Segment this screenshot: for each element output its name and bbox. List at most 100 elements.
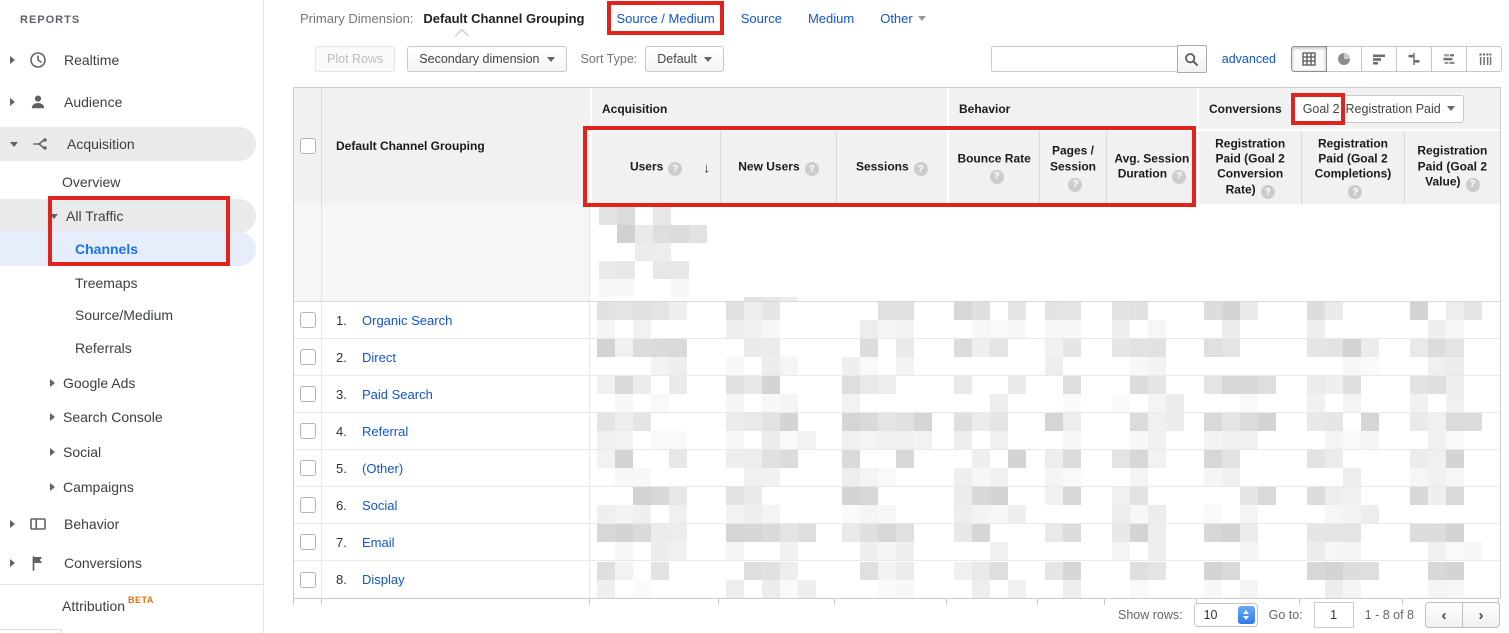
expand-right-icon[interactable] [10,98,15,106]
show-rows-select[interactable]: 10 [1194,603,1258,627]
metric-cell [1300,302,1403,338]
metric-cell [1105,302,1197,338]
row-checkbox[interactable] [300,423,316,439]
sidebar-item-behavior[interactable]: Behavior [0,507,256,541]
expand-right-icon[interactable] [50,379,55,387]
next-page-button[interactable]: › [1462,602,1500,628]
redacted-data-mosaic [1112,524,1190,560]
dimension-source-medium-link[interactable]: Source / Medium [616,11,714,26]
goal-selector-dropdown[interactable]: Goal 2 Registration Paid [1294,95,1464,123]
expand-right-icon[interactable] [50,448,55,456]
row-number: 2. [336,350,362,365]
view-table-button[interactable] [1291,46,1327,72]
sidebar-item-realtime[interactable]: Realtime [0,43,256,77]
row-checkbox[interactable] [300,460,316,476]
expand-down-icon[interactable] [50,214,58,219]
column-header-sessions[interactable]: Sessions? [836,131,947,204]
expand-right-icon[interactable] [10,559,15,567]
secondary-dimension-button[interactable]: Secondary dimension [407,46,566,72]
goal-selector-name: Registration Paid [1346,102,1441,116]
sidebar-item-treemaps[interactable]: Treemaps [0,266,256,300]
view-percentage-button[interactable] [1326,46,1362,72]
metric-cell [1403,302,1500,338]
pivot-table-icon [1476,51,1492,67]
help-icon[interactable]: ? [1348,185,1362,199]
channel-link[interactable]: Display [362,572,405,587]
help-icon[interactable]: ? [914,162,928,176]
advanced-search-link[interactable]: advanced [1222,52,1276,66]
row-checkbox[interactable] [300,497,316,513]
column-header-pages-session[interactable]: Pages / Session? [1039,131,1105,204]
column-header-new-users[interactable]: New Users? [720,131,835,204]
channel-link[interactable]: Direct [362,350,396,365]
expand-right-icon[interactable] [10,56,15,64]
dimension-default-channel-grouping[interactable]: Default Channel Grouping [423,11,584,26]
channel-link[interactable]: Organic Search [362,313,452,328]
search-input[interactable] [991,46,1177,72]
row-checkbox[interactable] [300,349,316,365]
column-header-avg-session-duration[interactable]: Avg. Session Duration? [1106,131,1197,204]
column-header-bounce-rate[interactable]: Bounce Rate? [949,131,1039,204]
redacted-data-mosaic [1204,562,1293,598]
sidebar-item-google-ads[interactable]: Google Ads [0,366,256,400]
redacted-data-mosaic [954,562,1031,598]
dimension-source-link[interactable]: Source [741,11,782,26]
row-checkbox[interactable] [300,534,316,550]
row-checkbox[interactable] [300,572,316,588]
column-header-registration-completions[interactable]: Registration Paid (Goal 2 Completions)? [1301,131,1403,204]
sort-type-dropdown[interactable]: Default [645,46,724,72]
channel-link[interactable]: Paid Search [362,387,433,402]
view-pivot-button[interactable] [1466,46,1502,72]
sidebar-item-overview[interactable]: Overview [0,165,256,199]
sidebar-item-source-medium[interactable]: Source/Medium [0,298,256,332]
expand-right-icon[interactable] [50,413,55,421]
row-checkbox[interactable] [300,386,316,402]
plot-rows-button[interactable]: Plot Rows [315,46,395,72]
sidebar-item-conversions[interactable]: Conversions [0,546,256,580]
help-icon[interactable]: ? [1466,178,1480,192]
sidebar-item-all-traffic[interactable]: All Traffic [0,199,256,233]
channel-link[interactable]: Email [362,535,395,550]
column-header-users[interactable]: Users? ↓ [592,131,720,204]
help-icon[interactable]: ? [1261,185,1275,199]
goal-selector-goal: Goal 2 [1303,102,1340,116]
view-term-cloud-button[interactable] [1431,46,1467,72]
channel-link[interactable]: (Other) [362,461,403,476]
previous-page-button[interactable]: ‹ [1425,602,1463,628]
select-all-cell [294,88,322,204]
expand-right-icon[interactable] [50,483,55,491]
sidebar-item-acquisition[interactable]: Acquisition [0,127,256,161]
goto-page-input[interactable] [1314,602,1354,628]
help-icon[interactable]: ? [1068,178,1082,192]
column-header-registration-rate[interactable]: Registration Paid (Goal 2 Conversion Rat… [1199,131,1301,204]
help-icon[interactable]: ? [990,170,1004,184]
redacted-data-mosaic [1204,450,1293,486]
sidebar-item-channels[interactable]: Channels [0,232,256,266]
view-performance-button[interactable] [1361,46,1397,72]
help-icon[interactable]: ? [668,162,682,176]
sidebar-item-campaigns[interactable]: Campaigns [0,470,256,504]
dimension-medium-link[interactable]: Medium [808,11,854,26]
conversions-group-label: Conversions [1209,102,1282,116]
sidebar-item-referrals[interactable]: Referrals [0,331,256,365]
channel-link[interactable]: Referral [362,424,408,439]
sidebar-item-social[interactable]: Social [0,435,256,469]
redacted-data-mosaic [1204,487,1293,523]
expand-down-icon[interactable] [10,142,18,147]
sidebar-item-attribution[interactable]: Attribution BETA [0,589,256,623]
row-checkbox[interactable] [300,312,316,328]
help-icon[interactable]: ? [805,162,819,176]
sidebar-divider [0,584,263,585]
sidebar-item-audience[interactable]: Audience [0,85,256,119]
metric-cell [1403,413,1500,449]
expand-right-icon[interactable] [10,520,15,528]
sidebar-item-search-console[interactable]: Search Console [0,400,256,434]
view-comparison-button[interactable] [1396,46,1432,72]
column-header-registration-value[interactable]: Registration Paid (Goal 2 Value)? [1404,131,1500,204]
select-all-checkbox[interactable] [300,138,316,154]
help-icon[interactable]: ? [1172,170,1186,184]
metric-cell [719,302,835,338]
dimension-other-dropdown[interactable]: Other [880,11,926,26]
search-button[interactable] [1177,45,1207,73]
channel-link[interactable]: Social [362,498,397,513]
